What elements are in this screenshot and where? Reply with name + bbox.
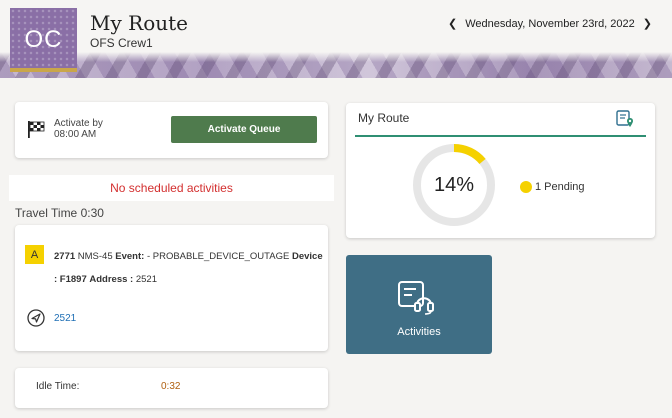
header-banner	[0, 52, 672, 78]
activity-details-line2: : F1897 Address : 2521	[54, 274, 157, 285]
activity-details-line1: 2771 NMS-45 Event: - PROBABLE_DEVICE_OUT…	[54, 251, 323, 262]
page-header: OC My Route OFS Crew1 ❮ Wednesday, Novem…	[0, 0, 672, 78]
avatar-stripe	[10, 68, 77, 72]
activity-badge: A	[25, 245, 44, 264]
idle-time-card: Idle Time: 0:32	[15, 368, 328, 408]
address-label: Address :	[89, 274, 134, 285]
activity-card[interactable]: A 2771 NMS-45 Event: - PROBABLE_DEVICE_O…	[15, 225, 328, 351]
activate-by-time: 08:00 AM	[54, 129, 97, 140]
current-date: Wednesday, November 23rd, 2022	[465, 17, 635, 30]
page-title: My Route	[90, 11, 188, 35]
chevron-right-icon[interactable]: ❯	[635, 17, 660, 30]
route-map-icon[interactable]	[615, 109, 635, 129]
pending-legend: 1 Pending	[520, 181, 585, 193]
event-label: Event:	[115, 251, 145, 262]
activities-tile[interactable]: Activities	[346, 255, 492, 354]
activate-queue-button[interactable]: Activate Queue	[171, 116, 317, 143]
device-value: : F1897	[54, 274, 87, 285]
avatar-initials: OC	[24, 26, 63, 53]
activities-headset-icon	[398, 281, 434, 315]
activities-tile-label: Activities	[397, 326, 441, 338]
activate-by-label: Activate by 08:00 AM	[54, 118, 103, 140]
crew-name: OFS Crew1	[90, 36, 153, 50]
pending-dot	[520, 181, 532, 193]
checkered-flag-icon	[28, 121, 45, 138]
route-card-title: My Route	[358, 111, 410, 125]
navigation-arrow-icon[interactable]	[27, 309, 45, 327]
activity-id: 2771	[54, 251, 76, 262]
pending-label: 1 Pending	[535, 181, 585, 193]
activate-by-text: Activate by	[54, 118, 103, 129]
date-navigator: ❮ Wednesday, November 23rd, 2022 ❯	[440, 17, 660, 31]
idle-time-label: Idle Time:	[36, 381, 80, 392]
route-progress-percent: 14%	[433, 173, 475, 196]
address-value: 2521	[135, 274, 157, 285]
activate-card: Activate by 08:00 AM Activate Queue	[15, 102, 328, 158]
no-scheduled-message: No scheduled activities	[9, 175, 334, 201]
my-route-card: My Route 14% 1 Pending	[346, 103, 655, 238]
idle-time-value: 0:32	[161, 381, 181, 392]
chevron-left-icon[interactable]: ❮	[440, 17, 465, 30]
event-value: - PROBABLE_DEVICE_OUTAGE	[146, 251, 290, 262]
travel-time: Travel Time 0:30	[15, 206, 104, 220]
device-label: Device	[291, 251, 323, 262]
activity-name: NMS-45	[77, 251, 113, 262]
avatar[interactable]: OC	[10, 8, 77, 72]
navigation-link[interactable]: 2521	[54, 313, 76, 324]
route-card-divider	[355, 135, 646, 137]
